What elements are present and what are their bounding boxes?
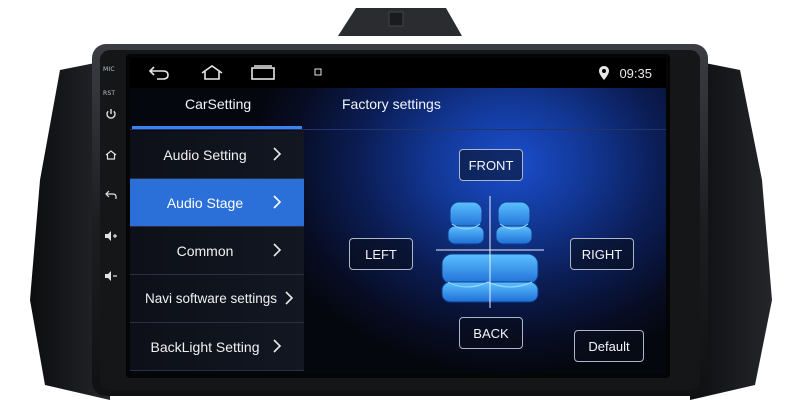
chevron-right-icon xyxy=(273,195,282,209)
default-button[interactable]: Default xyxy=(574,330,644,362)
chevron-right-icon xyxy=(273,243,282,257)
chevron-right-icon xyxy=(273,147,282,161)
screen: 09:35 CarSetting Factory settings Audio … xyxy=(130,58,666,374)
chevron-right-icon xyxy=(273,339,282,353)
menu-item-navi-software-settings[interactable]: Navi software settings xyxy=(130,275,304,323)
volume-up-icon xyxy=(105,231,117,241)
rst-label: RST xyxy=(103,90,116,97)
back-arrow-icon xyxy=(105,190,117,199)
menu-item-audio-stage[interactable]: Audio Stage xyxy=(130,179,304,227)
volume-down-icon xyxy=(105,271,117,281)
tab-factory-settings[interactable]: Factory settings xyxy=(342,96,441,112)
back-button[interactable]: BACK xyxy=(459,317,523,349)
seat-layout-diagram[interactable] xyxy=(436,196,544,308)
left-button[interactable]: LEFT xyxy=(349,238,413,270)
front-right-seat-icon xyxy=(495,201,533,245)
home-icon[interactable] xyxy=(200,65,224,81)
power-button[interactable] xyxy=(103,106,119,122)
tab-divider xyxy=(130,129,666,130)
head-unit-device: MIC RST 09:35 CarSetting Factory setting… xyxy=(0,0,800,417)
mic-label: MIC xyxy=(103,66,115,73)
right-button[interactable]: RIGHT xyxy=(570,238,634,270)
tab-carsetting[interactable]: CarSetting xyxy=(185,96,251,112)
front-left-seat-icon xyxy=(447,201,485,245)
menu-item-label: Navi software settings xyxy=(144,291,278,306)
menu-item-label: Common xyxy=(176,242,234,259)
front-button[interactable]: FRONT xyxy=(459,149,523,181)
notification-icon xyxy=(314,68,322,76)
status-bar: 09:35 xyxy=(130,58,666,88)
menu-item-label: Audio Setting xyxy=(163,146,247,163)
recent-apps-icon[interactable] xyxy=(250,65,276,81)
menu-item-audio-setting[interactable]: Audio Setting xyxy=(130,131,304,179)
menu-item-common[interactable]: Common xyxy=(130,227,304,275)
volume-up-button[interactable] xyxy=(103,228,119,244)
chevron-right-icon xyxy=(285,291,294,305)
volume-down-button[interactable] xyxy=(103,268,119,284)
power-icon xyxy=(106,109,116,119)
settings-menu: Audio Setting Audio Stage Common Navi so… xyxy=(130,131,304,371)
clock: 09:35 xyxy=(619,66,652,81)
location-pin-icon xyxy=(599,66,609,80)
back-side-button[interactable] xyxy=(103,187,119,203)
home-side-button[interactable] xyxy=(103,147,119,163)
menu-item-backlight-setting[interactable]: BackLight Setting xyxy=(130,323,304,371)
home-icon xyxy=(105,150,117,160)
menu-item-label: BackLight Setting xyxy=(150,338,260,355)
back-arrow-icon[interactable] xyxy=(148,65,170,81)
menu-item-label: Audio Stage xyxy=(166,194,244,211)
